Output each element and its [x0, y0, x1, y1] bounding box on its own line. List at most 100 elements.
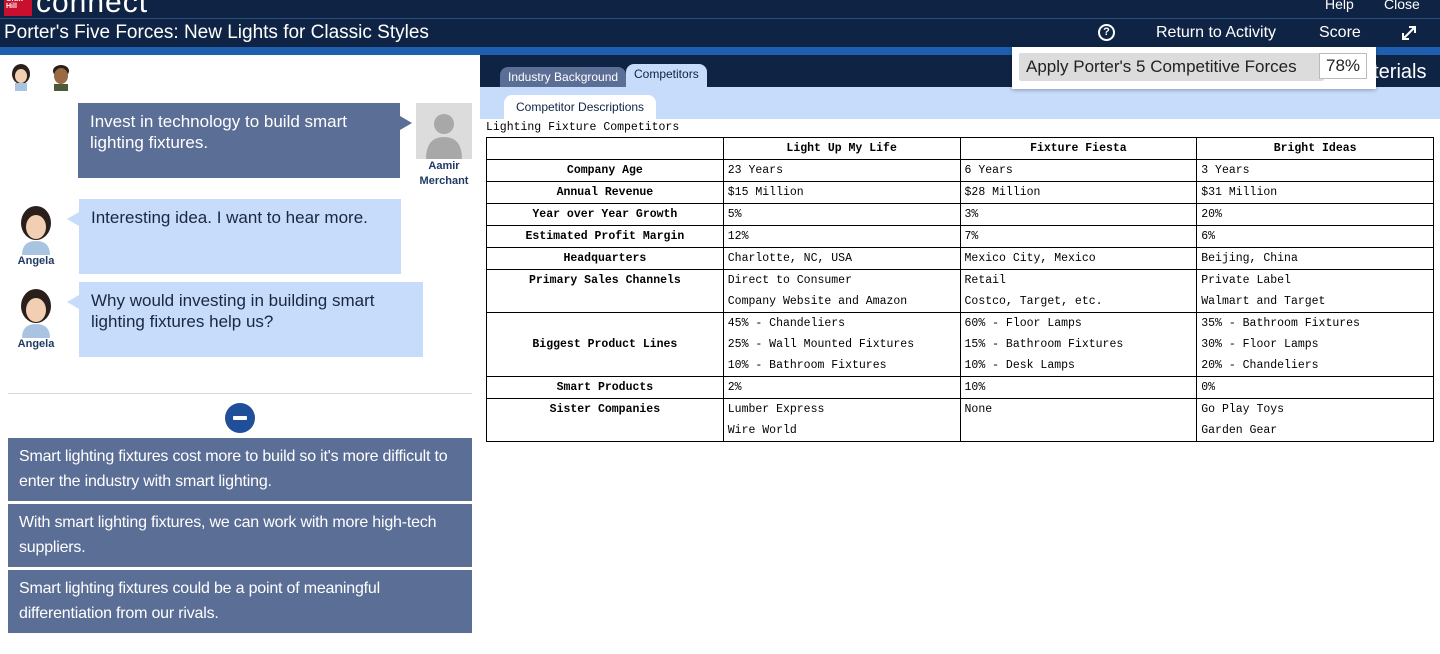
- tab-competitors[interactable]: Competitors: [626, 64, 707, 87]
- table-cell: Lumber Express Wire World: [722, 398, 961, 442]
- bubble-pointer: [400, 116, 412, 130]
- table-cell-line: 15% - Bathroom Fixtures: [964, 338, 1124, 351]
- speaker-name-angela: Angela: [17, 255, 55, 267]
- mcgraw-hill-logo: Graw Hill: [4, 0, 32, 16]
- table-cell-line: Beijing, China: [1201, 252, 1298, 265]
- table-cell-line: Walmart and Target: [1201, 295, 1326, 308]
- table-row: Sister Companies Lumber Express Wire World…: [486, 398, 1434, 442]
- table-cell-line: 30% - Floor Lamps: [1201, 338, 1319, 351]
- table-cell-line: 3%: [964, 208, 979, 221]
- help-icon[interactable]: ?: [1098, 24, 1115, 41]
- table-cell-line: 10%: [964, 381, 986, 394]
- table-cell-line: Company Website and Amazon: [727, 295, 908, 308]
- aamir-avatar-small-icon: [53, 65, 69, 91]
- table-cell-line: 5%: [727, 208, 742, 221]
- table-cell-line: 7%: [964, 230, 979, 243]
- table-row: Company Age 23 Years 6 Years 3 Years: [486, 159, 1434, 182]
- chat-message-text: Why would investing in building smart li…: [91, 291, 375, 331]
- chat-panel: Invest in technology to build smart ligh…: [0, 55, 480, 654]
- table-cell-line: Lumber Express: [727, 403, 825, 416]
- table-cell: 20%: [1196, 203, 1434, 226]
- page-title: Porter's Five Forces: New Lights for Cla…: [4, 22, 429, 43]
- table-cell-line: 60% - Floor Lamps: [964, 317, 1082, 330]
- table-cell-line: 35% - Bathroom Fixtures: [1201, 317, 1360, 330]
- chat-message-angela: Why would investing in building smart li…: [79, 282, 423, 357]
- table-cell: Go Play Toys Garden Gear: [1196, 398, 1434, 442]
- collapse-button[interactable]: [225, 403, 255, 433]
- row-header: Year over Year Growth: [486, 203, 724, 226]
- table-cell: 45% - Chandeliers 25% - Wall Mounted Fixt…: [722, 312, 961, 377]
- table-cell-line: Go Play Toys: [1201, 403, 1285, 416]
- row-header: Smart Products: [486, 376, 724, 399]
- table-cell-line: 0%: [1201, 381, 1216, 394]
- table-cell: Retail Costco, Target, etc.: [959, 269, 1198, 313]
- close-link[interactable]: Close: [1384, 0, 1420, 12]
- tab-industry-background[interactable]: Industry Background: [500, 67, 627, 87]
- table-cell-line: 10% - Bathroom Fixtures: [727, 359, 887, 372]
- table-cell: 23 Years: [722, 159, 961, 182]
- table-cell: 12%: [722, 225, 961, 248]
- brand-bar: Graw Hill connect Help Close: [0, 0, 1440, 18]
- subtabs-bar: Competitor Descriptions: [480, 87, 1440, 119]
- table-cell: 35% - Bathroom Fixtures 30% - Floor Lamps…: [1196, 312, 1434, 377]
- angela-avatar-small-icon: [12, 64, 30, 91]
- table-row: Biggest Product Lines 45% - Chandeliers 25…: [486, 312, 1434, 377]
- app-root: Graw Hill connect Help Close Porter's Fi…: [0, 0, 1440, 654]
- divider: [8, 393, 472, 394]
- score-button[interactable]: Score: [1319, 24, 1361, 42]
- table-cell-line: 6 Years: [964, 164, 1013, 177]
- column-header: Light Up My Life: [722, 137, 961, 160]
- table-row: Estimated Profit Margin 12% 7% 6%: [486, 225, 1434, 248]
- speaker-name-line: Merchant: [419, 175, 469, 187]
- table-cell-line: 2%: [727, 381, 742, 394]
- table-row: Primary Sales Channels Direct to Consumer…: [486, 269, 1434, 313]
- table-cell: 60% - Floor Lamps 15% - Bathroom Fixtures…: [959, 312, 1198, 377]
- table-cell-line: Private Label: [1201, 274, 1291, 287]
- table-row: Year over Year Growth 5% 3% 20%: [486, 203, 1434, 226]
- column-header: Fixture Fiesta: [959, 137, 1198, 160]
- table-cell-line: Garden Gear: [1201, 424, 1278, 437]
- table-cell: Private Label Walmart and Target: [1196, 269, 1434, 313]
- table-cell: Charlotte, NC, USA: [722, 247, 961, 270]
- answer-option[interactable]: With smart lighting fixtures, we can wor…: [8, 504, 472, 567]
- person-placeholder-icon: [416, 103, 472, 159]
- row-header: Primary Sales Channels: [486, 269, 724, 313]
- table-cell: Mexico City, Mexico: [959, 247, 1198, 270]
- table-cell-line: 23 Years: [727, 164, 783, 177]
- materials-panel: Industry Background Competitors aterials…: [480, 55, 1440, 654]
- row-header: Company Age: [486, 159, 724, 182]
- chat-message-angela: Interesting idea. I want to hear more.: [79, 199, 401, 274]
- table-cell: 6%: [1196, 225, 1434, 248]
- tab-competitor-descriptions[interactable]: Competitor Descriptions: [504, 95, 657, 119]
- expand-icon[interactable]: [1400, 24, 1418, 42]
- competitors-table: Light Up My Life Fixture Fiesta Bright I…: [486, 137, 1434, 442]
- table-cell-line: $15 Million: [727, 186, 804, 199]
- table-corner-cell: [486, 137, 724, 160]
- table-cell-line: 3 Years: [1201, 164, 1250, 177]
- table-cell: 10%: [959, 376, 1198, 399]
- column-header: Bright Ideas: [1196, 137, 1434, 160]
- chat-message-text: Invest in technology to build smart ligh…: [90, 112, 348, 152]
- return-to-activity-button[interactable]: Return to Activity: [1156, 24, 1276, 42]
- table-cell: $28 Million: [959, 181, 1198, 204]
- score-popup: Apply Porter's 5 Competitive Forces 78%: [1012, 47, 1376, 89]
- row-header: Estimated Profit Margin: [486, 225, 724, 248]
- table-cell: 3 Years: [1196, 159, 1434, 182]
- row-header: Biggest Product Lines: [486, 312, 724, 377]
- table-cell: Beijing, China: [1196, 247, 1434, 270]
- table-cell: 2%: [722, 376, 961, 399]
- connect-logo: connect: [36, 0, 149, 18]
- speaker-name-aamir: Aamir Merchant: [412, 159, 476, 189]
- table-cell-line: 25% - Wall Mounted Fixtures: [727, 338, 915, 351]
- answer-option[interactable]: Smart lighting fixtures cost more to bui…: [8, 438, 472, 501]
- help-link[interactable]: Help: [1325, 0, 1354, 12]
- score-popup-label: Apply Porter's 5 Competitive Forces: [1019, 53, 1324, 81]
- table-cell-line: 10% - Desk Lamps: [964, 359, 1075, 372]
- table-cell-line: Direct to Consumer: [727, 274, 852, 287]
- table-cell: None: [959, 398, 1198, 442]
- answer-option[interactable]: Smart lighting fixtures could be a point…: [8, 570, 472, 633]
- table-cell-line: Retail: [964, 274, 1006, 287]
- angela-avatar-icon: [21, 206, 51, 255]
- table-body: Company Age 23 Years 6 Years 3 Years Annual …: [486, 159, 1434, 442]
- table-cell: 0%: [1196, 376, 1434, 399]
